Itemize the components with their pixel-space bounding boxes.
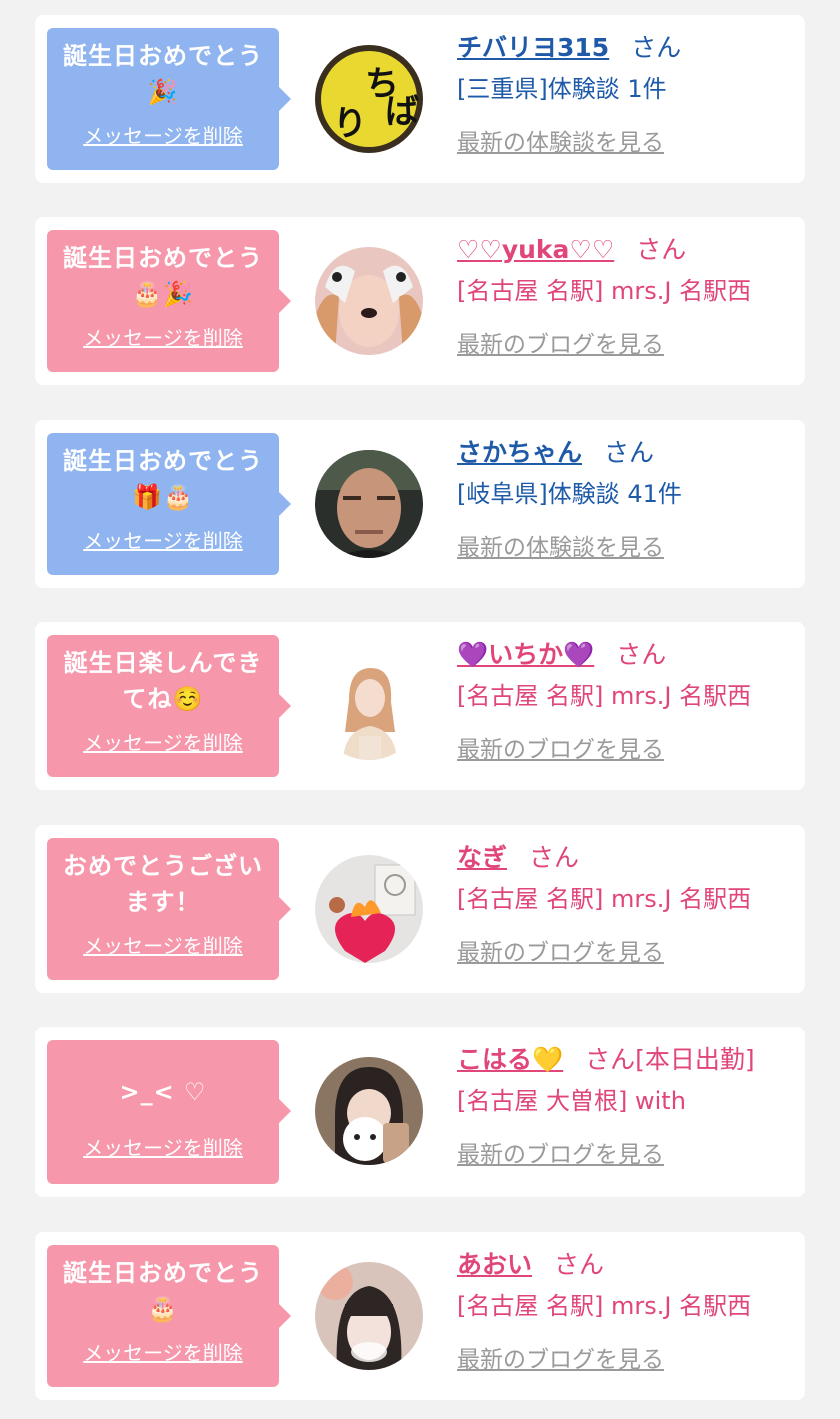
name-row: さかちゃん さん (457, 432, 802, 474)
message-card: 誕生日おめでとう 🎉 メッセージを削除 ち ば り チバリヨ315 さん [三重県… (35, 15, 805, 183)
user-name-link[interactable]: 💜いちか💜 (457, 640, 594, 669)
honorific: さん (616, 640, 667, 669)
message-bubble: 誕生日おめでとう 🎂🎉 メッセージを削除 (47, 230, 291, 372)
user-detail: [名古屋 大曽根] with (457, 1087, 686, 1115)
user-info: なぎ さん [名古屋 名駅] mrs.J 名駅西 最新のブログを見る (457, 837, 802, 967)
message-text: おめでとうござい ます！ (63, 852, 263, 916)
message-bubble: 誕生日おめでとう 🎉 メッセージを削除 (47, 28, 291, 170)
user-detail: [名古屋 名駅] mrs.J 名駅西 (457, 1292, 752, 1320)
latest-post-link[interactable]: 最新のブログを見る (457, 730, 664, 764)
honorific: さん (604, 438, 655, 467)
user-name-link[interactable]: あおい (457, 1250, 532, 1279)
latest-post-link[interactable]: 最新の体験談を見る (457, 528, 664, 562)
message-text: >_< ♡ (119, 1078, 207, 1106)
user-detail: [三重県]体験談 1件 (457, 75, 667, 103)
message-bubble: 誕生日おめでとう 🎁🎂 メッセージを削除 (47, 433, 291, 575)
avatar-dog-filter-image (315, 247, 423, 355)
user-name-link[interactable]: なぎ (457, 843, 507, 872)
message-card: 誕生日おめでとう 🎂🎉 メッセージを削除 ♡♡yuka♡♡ さん [名古屋 名駅]… (35, 217, 805, 385)
user-avatar[interactable] (315, 855, 423, 963)
user-avatar[interactable]: ち ば り (315, 45, 423, 153)
user-info: あおい さん [名古屋 名駅] mrs.J 名駅西 最新のブログを見る (457, 1244, 802, 1374)
user-avatar[interactable] (315, 247, 423, 355)
user-detail: [岐阜県]体験談 41件 (457, 480, 682, 508)
user-info: こはる💛 さん[本日出勤] [名古屋 大曽根] with 最新のブログを見る (457, 1039, 802, 1169)
message-text: 誕生日おめでとう 🎁🎂 (63, 447, 263, 511)
name-row: チバリヨ315 さん (457, 27, 802, 69)
svg-text:り: り (333, 104, 367, 144)
avatar-woman-white-image (315, 652, 423, 760)
user-info: 💜いちか💜 さん [名古屋 名駅] mrs.J 名駅西 最新のブログを見る (457, 634, 802, 764)
message-bubble: 誕生日おめでとう 🎂 メッセージを削除 (47, 1245, 291, 1387)
latest-post-link[interactable]: 最新の体験談を見る (457, 123, 664, 157)
message-text: 誕生日おめでとう 🎂🎉 (63, 244, 263, 308)
user-info: チバリヨ315 さん [三重県]体験談 1件 最新の体験談を見る (457, 27, 802, 157)
message-card: おめでとうござい ます！ メッセージを削除 なぎ さん [名古屋 名駅] mrs.… (35, 825, 805, 993)
user-name-link[interactable]: こはる💛 (457, 1045, 563, 1074)
latest-post-link[interactable]: 最新のブログを見る (457, 1135, 664, 1169)
name-row: ♡♡yuka♡♡ さん (457, 229, 802, 271)
birthday-message-list: 誕生日おめでとう 🎉 メッセージを削除 ち ば り チバリヨ315 さん [三重県… (0, 0, 840, 1419)
user-avatar[interactable] (315, 450, 423, 558)
message-card: 誕生日楽しんでき てね☺️ メッセージを削除 💜いちか💜 さん [名古屋 名駅] … (35, 622, 805, 790)
message-text: 誕生日楽しんでき てね☺️ (63, 649, 263, 713)
latest-post-link[interactable]: 最新のブログを見る (457, 1340, 664, 1374)
honorific: さん (636, 235, 687, 264)
message-card: >_< ♡ メッセージを削除 こはる💛 さん[本日出勤] [名古屋 大曽根] wi… (35, 1027, 805, 1197)
name-row: あおい さん (457, 1244, 802, 1286)
honorific: さん (631, 33, 682, 62)
user-avatar[interactable] (315, 1262, 423, 1370)
user-name-link[interactable]: ♡♡yuka♡♡ (457, 235, 614, 264)
user-detail: [名古屋 名駅] mrs.J 名駅西 (457, 885, 752, 913)
user-info: さかちゃん さん [岐阜県]体験談 41件 最新の体験談を見る (457, 432, 802, 562)
user-detail: [名古屋 名駅] mrs.J 名駅西 (457, 277, 752, 305)
user-avatar[interactable] (315, 1057, 423, 1165)
delete-message-link[interactable]: メッセージを削除 (83, 120, 243, 149)
avatar-man-image (315, 450, 423, 558)
avatar-blurred-face-image (315, 1262, 423, 1370)
honorific: さん (529, 843, 580, 872)
delete-message-link[interactable]: メッセージを削除 (83, 322, 243, 351)
message-bubble: おめでとうござい ます！ メッセージを削除 (47, 838, 291, 980)
message-card: 誕生日おめでとう 🎂 メッセージを削除 あおい さん [名古屋 名駅] mrs.J… (35, 1232, 805, 1400)
name-row: こはる💛 さん[本日出勤] (457, 1039, 802, 1081)
latest-post-link[interactable]: 最新のブログを見る (457, 325, 664, 359)
name-row: 💜いちか💜 さん (457, 634, 802, 676)
name-row: なぎ さん (457, 837, 802, 879)
delete-message-link[interactable]: メッセージを削除 (83, 525, 243, 554)
message-card: 誕生日おめでとう 🎁🎂 メッセージを削除 さかちゃん さん [岐阜県]体験談 41… (35, 420, 805, 588)
user-name-link[interactable]: チバリヨ315 (457, 33, 609, 62)
message-bubble: >_< ♡ メッセージを削除 (47, 1040, 291, 1184)
delete-message-link[interactable]: メッセージを削除 (83, 1132, 243, 1161)
user-info: ♡♡yuka♡♡ さん [名古屋 名駅] mrs.J 名駅西 最新のブログを見る (457, 229, 802, 359)
delete-message-link[interactable]: メッセージを削除 (83, 1337, 243, 1366)
user-avatar[interactable] (315, 652, 423, 760)
message-text: 誕生日おめでとう 🎉 (63, 42, 263, 106)
message-text: 誕生日おめでとう 🎂 (63, 1259, 263, 1323)
avatar-heart-sticker-image (315, 855, 423, 963)
latest-post-link[interactable]: 最新のブログを見る (457, 933, 664, 967)
user-name-link[interactable]: さかちゃん (457, 438, 582, 467)
message-bubble: 誕生日楽しんでき てね☺️ メッセージを削除 (47, 635, 291, 777)
avatar-yellow-sign-image: ち ば り (315, 45, 423, 153)
svg-text:ば: ば (385, 92, 419, 132)
user-detail: [名古屋 名駅] mrs.J 名駅西 (457, 682, 752, 710)
avatar-mirror-selfie-image (315, 1057, 423, 1165)
delete-message-link[interactable]: メッセージを削除 (83, 727, 243, 756)
honorific: さん (554, 1250, 605, 1279)
honorific: さん[本日出勤] (585, 1045, 755, 1074)
delete-message-link[interactable]: メッセージを削除 (83, 930, 243, 959)
